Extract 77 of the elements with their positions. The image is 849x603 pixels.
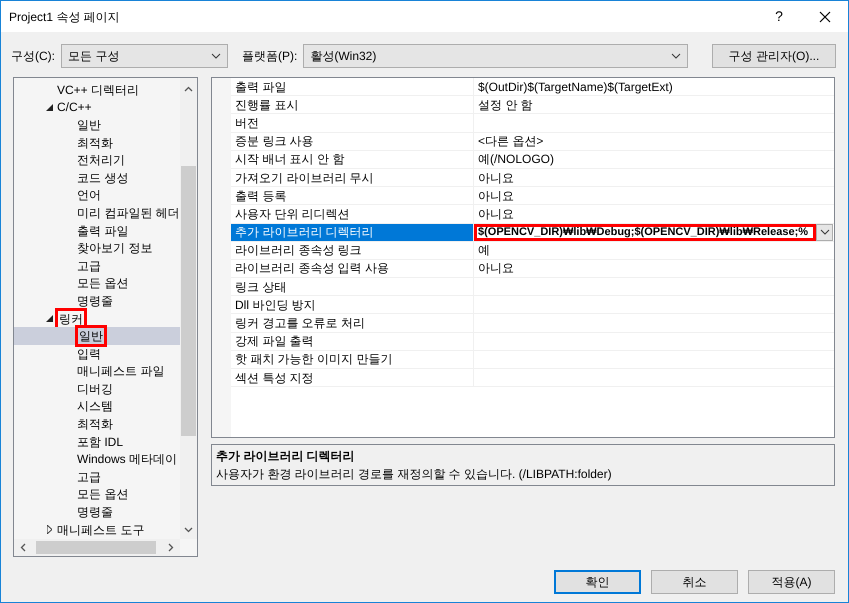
tree-item[interactable]: VC++ 디렉터리 — [14, 81, 180, 99]
description-title: 추가 라이브러리 디렉터리 — [216, 448, 356, 465]
tree-item[interactable]: 최적화 — [14, 415, 180, 433]
property-name[interactable]: 출력 파일 — [231, 78, 474, 96]
highlight-box: 링커 — [57, 310, 85, 328]
scroll-right-icon[interactable] — [168, 543, 174, 552]
tree-item[interactable]: 명령줄 — [14, 292, 180, 310]
property-name[interactable]: 출력 등록 — [231, 187, 474, 204]
property-value: <다른 옵션> — [477, 133, 544, 150]
tree-item[interactable]: Windows 메타데이 — [14, 450, 180, 468]
scroll-up-icon[interactable] — [184, 86, 193, 92]
tree-item[interactable]: 일반 — [14, 116, 180, 134]
tree-item[interactable]: 명령줄 — [14, 503, 180, 521]
tree-item[interactable]: 모든 옵션 — [14, 274, 180, 292]
scroll-left-icon[interactable] — [20, 543, 26, 552]
tree-item[interactable]: 포함 IDL — [14, 432, 180, 450]
tree-item[interactable]: 코드 생성 — [14, 168, 180, 187]
property-name[interactable]: 가져오기 라이브러리 무시 — [231, 168, 474, 186]
property-value: 아니요 — [477, 188, 515, 204]
property-name[interactable]: 섹션 특성 지정 — [231, 369, 474, 386]
property-name[interactable]: 링크 상태 — [231, 278, 474, 296]
tree-item[interactable]: 일반 — [14, 327, 180, 345]
property-name[interactable]: 링커 경고를 오류로 처리 — [231, 314, 474, 332]
tree-item[interactable]: 디버깅 — [14, 380, 180, 398]
configuration-manager-button[interactable]: 구성 관리자(O)... — [712, 44, 836, 68]
configuration-dropdown[interactable]: 모든 구성 — [61, 44, 228, 68]
property-name[interactable]: 라이브러리 종속성 링크 — [231, 242, 474, 259]
horizontal-scrollbar[interactable] — [14, 539, 180, 556]
tree-item[interactable]: 시스템 — [14, 398, 180, 416]
property-name[interactable]: 증분 링크 사용 — [231, 132, 474, 150]
tree-item[interactable]: 모든 옵션 — [14, 486, 180, 504]
highlight-box: 일반 — [77, 327, 105, 346]
tree-item[interactable]: 언어 — [14, 186, 180, 204]
tree-item[interactable]: 매니페스트 도구 — [14, 520, 180, 538]
tree-item[interactable]: 찾아보기 정보 — [14, 239, 180, 257]
property-value: 아니요 — [477, 206, 515, 222]
property-name[interactable]: 시작 배너 표시 안 함 — [231, 150, 474, 168]
chevron-icon — [820, 229, 830, 236]
property-name[interactable]: 추가 라이브러리 디렉터리 — [231, 224, 474, 241]
tree-item[interactable]: 미리 컴파일된 헤더 — [14, 204, 180, 222]
tree-item[interactable]: 링커 — [14, 310, 180, 328]
property-name[interactable]: 버전 — [231, 114, 474, 132]
field-label: 구성(C): — [11, 48, 55, 65]
window-title: Project1 속성 페이지 — [9, 8, 121, 26]
vertical-scrollbar[interactable] — [180, 78, 197, 539]
property-value-field[interactable]: $(OPENCV_DIR)₩lib₩Debug;$(OPENCV_DIR)₩lib₩Release;% — [474, 224, 816, 241]
tree-item[interactable]: 최적화 — [14, 134, 180, 152]
chevron-icon — [671, 53, 682, 59]
help-button[interactable]: ? — [756, 6, 802, 27]
tree-item[interactable]: 전처리기 — [14, 151, 180, 169]
field-label: 플랫폼(P): — [242, 48, 298, 65]
chevron-icon — [211, 53, 221, 59]
platform-dropdown[interactable]: 활성(Win32) — [303, 44, 688, 68]
dropdown-button[interactable] — [816, 224, 833, 241]
property-name[interactable]: 사용자 단위 리디렉션 — [231, 205, 474, 222]
tree-item[interactable]: 고급 — [14, 468, 180, 486]
property-name[interactable]: 라이브러리 종속성 입력 사용 — [231, 260, 474, 278]
tree-item[interactable]: 매니페스트 파일 — [14, 362, 180, 380]
property-value: 아니요 — [477, 260, 515, 278]
scroll-down-icon[interactable] — [184, 527, 193, 533]
property-name[interactable]: 강제 파일 출력 — [231, 332, 474, 350]
tree-item[interactable]: C/C++ — [14, 98, 180, 116]
property-value: 예(/NOLOGO) — [477, 151, 556, 168]
tree-item[interactable]: 출력 파일 — [14, 222, 180, 240]
tree-item[interactable]: 입력 — [14, 344, 180, 362]
property-value: 아니요 — [477, 170, 515, 186]
tree-item[interactable]: 고급 — [14, 256, 180, 275]
property-name[interactable]: Dll 바인딩 방지 — [231, 296, 474, 314]
property-name[interactable]: 핫 패치 가능한 이미지 만들기 — [231, 350, 474, 368]
property-value: 설정 안 함 — [477, 96, 534, 114]
property-name[interactable]: 진행률 표시 — [231, 96, 474, 114]
property-value: $(OutDir)$(TargetName)$(TargetExt) — [477, 78, 674, 96]
property-value: 예 — [477, 242, 491, 259]
dialog-button[interactable]: 확인 — [554, 570, 641, 594]
description-text: 사용자가 환경 라이브러리 경로를 재정의할 수 있습니다. (/LIBPATH:folder) — [216, 466, 613, 483]
dialog-button[interactable]: 적용(A) — [748, 570, 835, 594]
dialog-button[interactable]: 취소 — [651, 570, 738, 594]
